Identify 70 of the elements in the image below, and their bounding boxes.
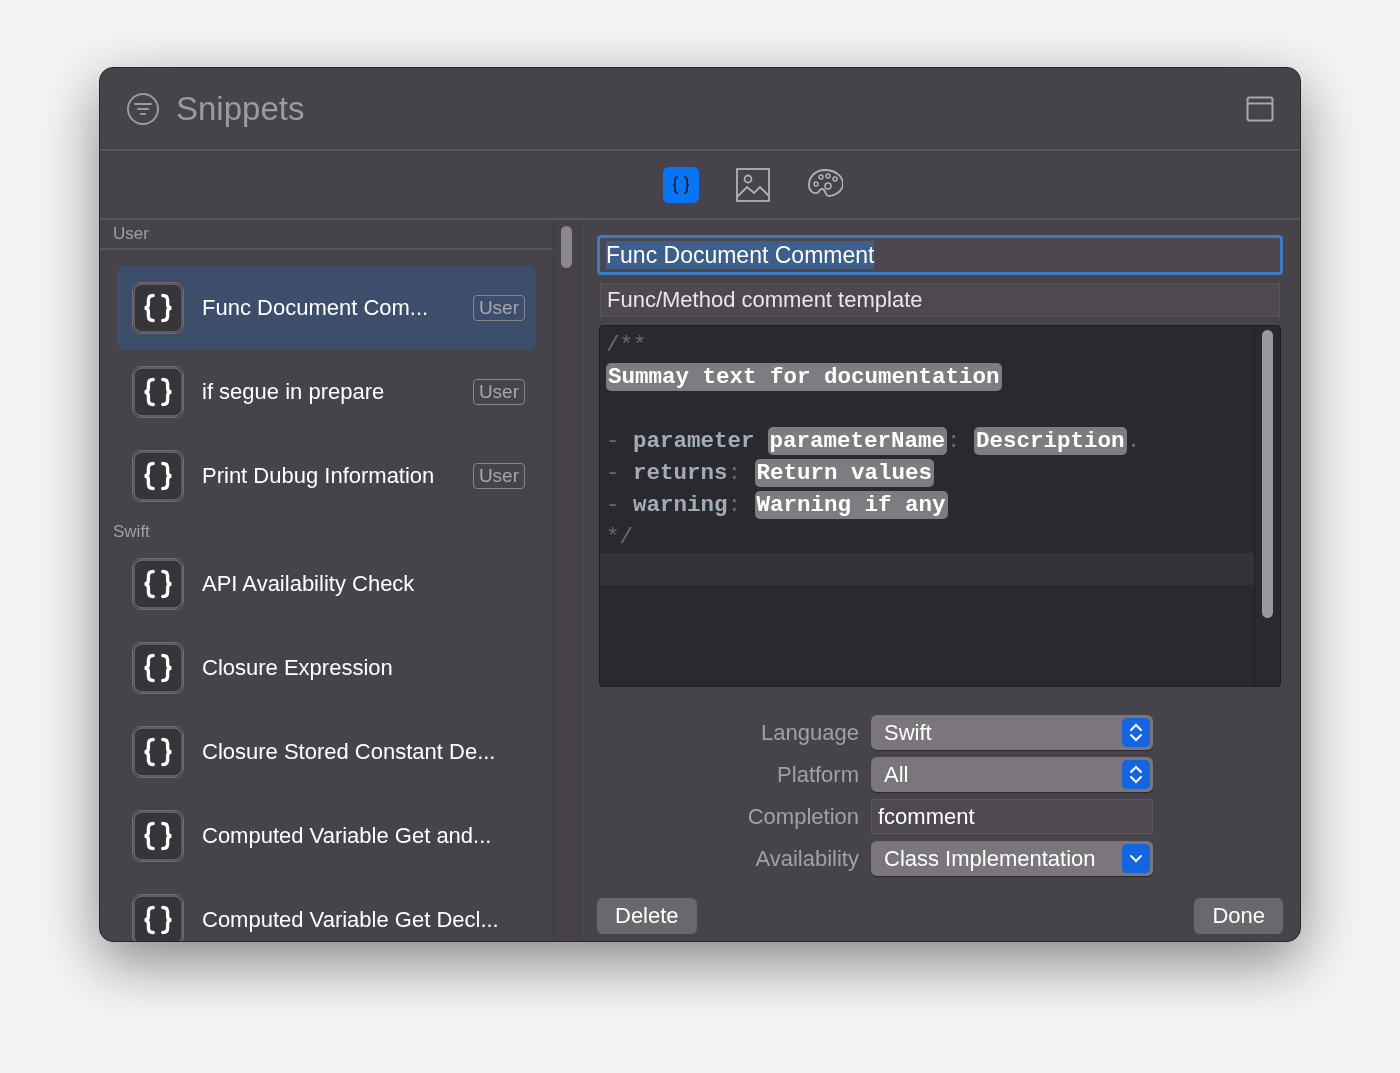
- snippet-item[interactable]: Closure Stored Constant De...: [117, 710, 536, 794]
- field-label: Completion: [746, 803, 859, 830]
- snippet-title: Computed Variable Get Decl...: [202, 907, 500, 933]
- up-down-chevron-icon: [1122, 718, 1150, 747]
- comment-text: :: [727, 460, 743, 486]
- keyword-text: warning: [633, 492, 728, 518]
- snippet-title: Closure Expression: [202, 655, 394, 681]
- comment-text: -: [606, 428, 621, 454]
- braces-tab[interactable]: [662, 166, 699, 203]
- braces-icon: [132, 282, 184, 334]
- summary-field[interactable]: Func/Method comment template: [600, 283, 1280, 317]
- snippet-item[interactable]: Func Document Com... User: [117, 266, 536, 350]
- snippet-item[interactable]: Computed Variable Get Decl...: [117, 878, 536, 941]
- comment-text: -: [606, 460, 621, 486]
- pulldown-button[interactable]: Class Implementation: [871, 841, 1153, 876]
- user-tag: User: [472, 463, 525, 489]
- comment-text: */: [606, 524, 633, 550]
- braces-icon: [132, 558, 184, 610]
- comment-text: -: [606, 492, 621, 518]
- snippet-title: Print Dubug Information: [202, 463, 436, 489]
- image-tab[interactable]: [734, 166, 771, 203]
- field-label: Language: [760, 719, 859, 746]
- up-down-chevron-icon: [1122, 760, 1150, 789]
- comment-text: .: [1126, 428, 1141, 454]
- snippet-title: Closure Stored Constant De...: [202, 739, 497, 765]
- popup-button[interactable]: All: [871, 757, 1153, 792]
- comment-text: :: [727, 492, 743, 518]
- placeholder-token[interactable]: Warning if any: [754, 491, 948, 519]
- snippet-title: API Availability Check: [202, 571, 416, 597]
- placeholder-token[interactable]: Summay text for documentation: [606, 363, 1002, 391]
- code-editor[interactable]: /** Summay text for documentation - parameter parameterName: Description. - returns: Return values - warning: Warning if any */: [599, 325, 1281, 687]
- braces-icon: [132, 366, 184, 418]
- snippet-item[interactable]: if segue in prepare User: [117, 350, 536, 434]
- keyword-text: parameter: [633, 428, 755, 454]
- completion-field[interactable]: fcomment: [871, 799, 1153, 834]
- snippet-title: if segue in prepare: [202, 379, 386, 405]
- popup-button[interactable]: Swift: [871, 715, 1153, 750]
- snippet-item[interactable]: Print Dubug Information User: [117, 434, 536, 518]
- braces-icon: [132, 810, 184, 862]
- user-tag: User: [472, 379, 525, 405]
- snippet-title: Func Document Com...: [202, 295, 430, 321]
- snippet-item[interactable]: Computed Variable Get and...: [117, 794, 536, 878]
- field-label: Platform: [776, 761, 859, 788]
- braces-icon: [132, 894, 184, 941]
- window-title: Snippets: [176, 89, 306, 128]
- scrollbar-thumb[interactable]: [1262, 330, 1273, 618]
- snippet-item[interactable]: API Availability Check: [117, 542, 536, 626]
- comment-text: :: [947, 428, 962, 454]
- user-tag: User: [472, 295, 525, 321]
- braces-icon: [132, 726, 184, 778]
- filter-icon[interactable]: [126, 91, 160, 126]
- braces-icon: [132, 642, 184, 694]
- section-header: Swift: [112, 521, 151, 542]
- placeholder-token[interactable]: parameterName: [767, 427, 948, 455]
- snippet-item[interactable]: Closure Expression: [117, 626, 536, 710]
- scrollbar-thumb[interactable]: [561, 226, 572, 268]
- placeholder-token[interactable]: Return values: [754, 459, 935, 487]
- image-icon: [734, 166, 771, 203]
- sidebar-toggle-icon[interactable]: [1246, 95, 1274, 122]
- field-label: Availability: [754, 845, 859, 872]
- snippet-title: Computed Variable Get and...: [202, 823, 493, 849]
- comment-text: /**: [606, 332, 647, 358]
- name-field[interactable]: Func Document Comment: [597, 235, 1283, 275]
- action-button[interactable]: Delete: [597, 898, 697, 934]
- braces-icon: [132, 450, 184, 502]
- chevron-down-icon: [1122, 844, 1150, 873]
- keyword-text: returns: [633, 460, 728, 486]
- placeholder-token[interactable]: Description: [974, 427, 1127, 455]
- action-button[interactable]: Done: [1194, 898, 1283, 934]
- section-header: User: [100, 220, 553, 250]
